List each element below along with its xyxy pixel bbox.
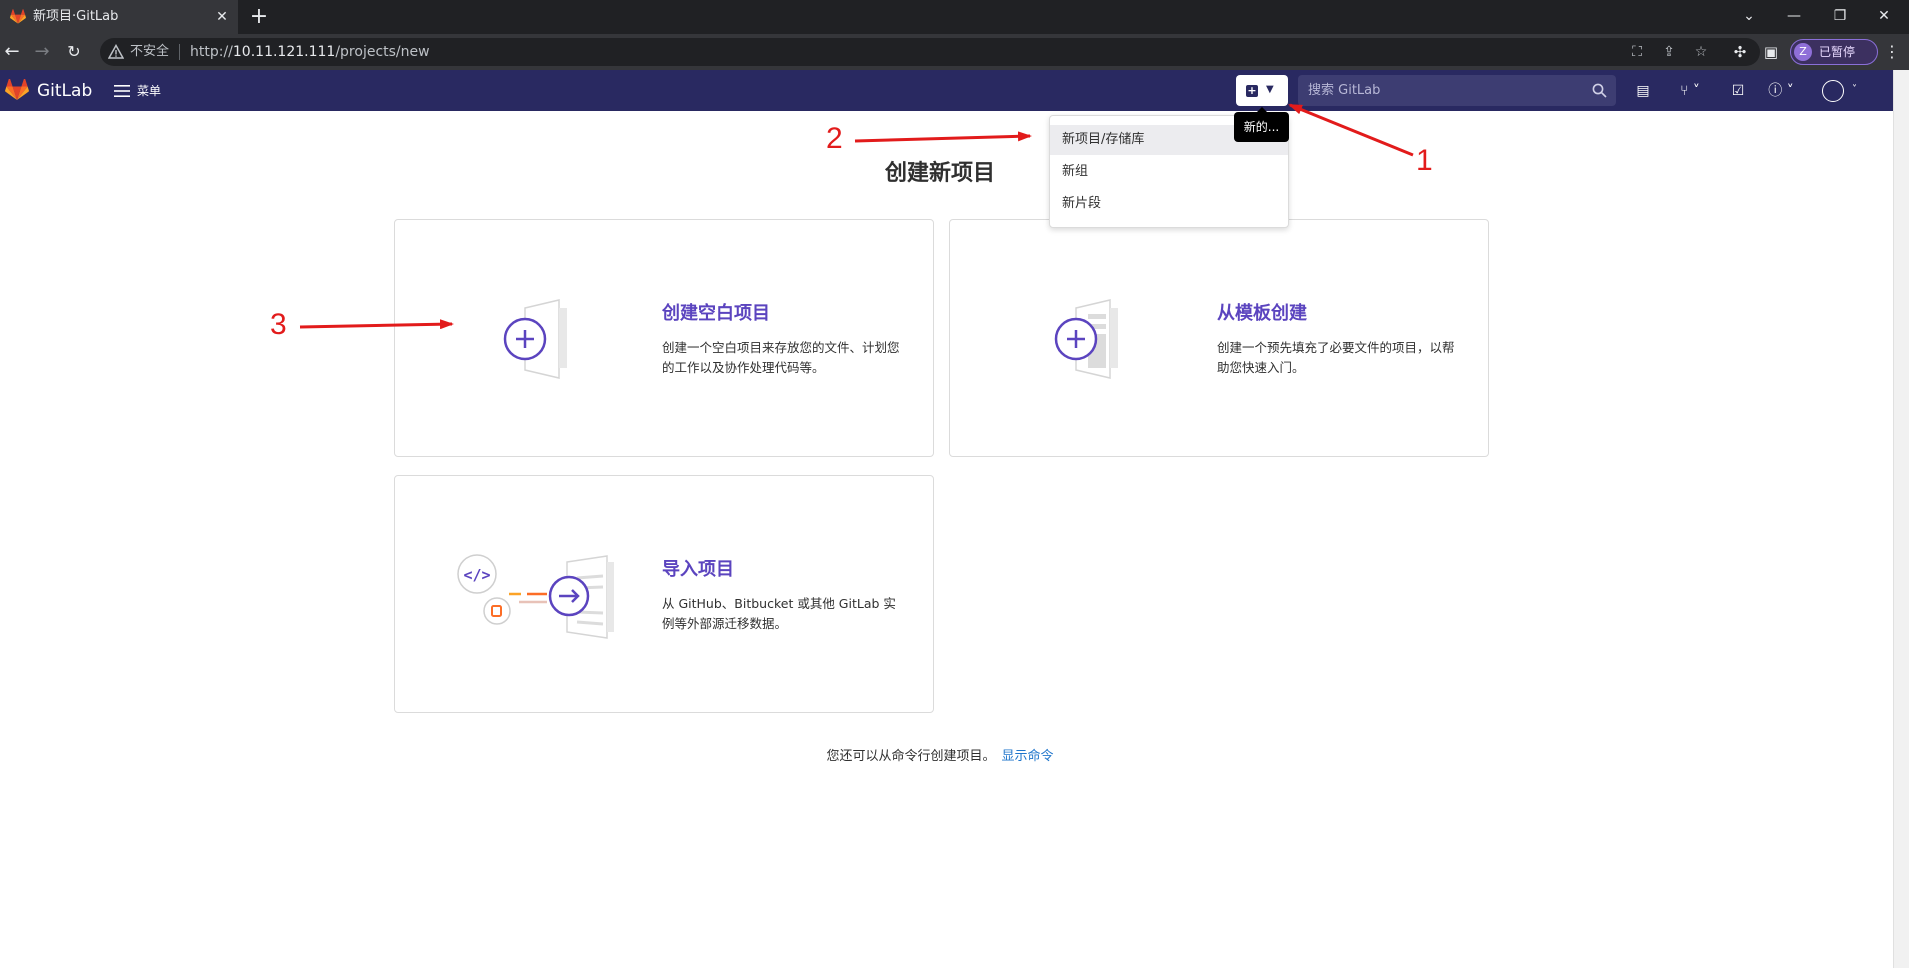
url-text[interactable]: http://10.11.121.111/projects/new bbox=[190, 43, 430, 61]
annotation-number-1: 1 bbox=[1416, 144, 1433, 177]
gitlab-brand[interactable]: GitLab bbox=[37, 80, 92, 102]
new-button-tooltip: 新的... bbox=[1234, 107, 1289, 142]
create-blank-project-card[interactable]: 创建空白项目 创建一个空白项目来存放您的文件、计划您的工作以及协作处理代码等。 bbox=[394, 219, 934, 457]
template-illustration-icon bbox=[1054, 299, 1118, 379]
address-bar[interactable]: 不安全 http://10.11.121.111/projects/new ⛶ … bbox=[100, 38, 1760, 66]
tab-close-icon[interactable]: ✕ bbox=[212, 7, 232, 27]
avatar-chevron-down-icon[interactable]: ˅ bbox=[1852, 83, 1857, 97]
extensions-puzzle-icon[interactable]: ✣ bbox=[1729, 41, 1751, 63]
bookmark-star-icon[interactable]: ☆ bbox=[1692, 43, 1710, 61]
card-title: 从模板创建 bbox=[1217, 303, 1307, 324]
cli-hint-text: 您还可以从命令行创建项目。 bbox=[826, 749, 996, 764]
blank-project-illustration-icon bbox=[503, 299, 567, 379]
tab-title: 新项目·GitLab bbox=[33, 9, 119, 24]
url-host: 10.11.121.111 bbox=[232, 44, 336, 60]
new-tab-icon[interactable]: + bbox=[247, 5, 271, 29]
browser-tab-bar: 新项目·GitLab ✕ + ⌄ — ❐ ✕ bbox=[0, 0, 1909, 34]
card-description: 创建一个空白项目来存放您的文件、计划您的工作以及协作处理代码等。 bbox=[662, 340, 900, 375]
cli-hint: 您还可以从命令行创建项目。 显示命令 bbox=[0, 747, 1880, 767]
search-icon bbox=[1592, 83, 1607, 98]
search-input[interactable]: 搜索 GitLab bbox=[1298, 75, 1616, 106]
browser-tab[interactable]: 新项目·GitLab ✕ bbox=[0, 0, 238, 34]
restore-icon[interactable]: ❐ bbox=[1826, 3, 1854, 29]
help-icon[interactable]: ⓘ ˅ bbox=[1762, 81, 1800, 101]
profile-status: 已暂停 bbox=[1819, 45, 1856, 59]
import-illustration-icon: </> bbox=[457, 554, 614, 639]
profile-button[interactable]: Z 已暂停 bbox=[1790, 39, 1878, 65]
gitlab-favicon-icon bbox=[10, 9, 26, 24]
todo-checkbox-icon[interactable]: ☑ bbox=[1727, 81, 1749, 101]
warning-icon bbox=[108, 44, 124, 59]
card-title: 导入项目 bbox=[662, 559, 734, 580]
new-dropdown-button[interactable]: + ▼ bbox=[1236, 75, 1288, 106]
profile-avatar: Z bbox=[1794, 43, 1812, 61]
forward-arrow-icon[interactable]: → bbox=[30, 40, 54, 64]
reload-icon[interactable]: ↻ bbox=[62, 40, 86, 64]
main-menu-label: 菜单 bbox=[137, 84, 162, 98]
annotation-arrow-2 bbox=[854, 131, 1032, 143]
translate-icon[interactable]: ⛶ bbox=[1628, 43, 1646, 61]
annotation-arrows bbox=[299, 103, 1414, 330]
menu-item-new-group[interactable]: 新组 bbox=[1050, 157, 1288, 187]
gitlab-logo-icon[interactable] bbox=[5, 79, 29, 101]
svg-text:</>: </> bbox=[463, 566, 490, 584]
side-panel-icon[interactable]: ▣ bbox=[1760, 41, 1782, 63]
share-icon[interactable]: ⇪ bbox=[1660, 43, 1678, 61]
plus-square-icon: + bbox=[1246, 84, 1258, 97]
minimize-icon[interactable]: — bbox=[1780, 3, 1808, 29]
annotation-arrow-1 bbox=[1288, 103, 1414, 157]
merge-requests-icon[interactable]: ⑂ ˅ bbox=[1672, 81, 1708, 101]
omnibox-separator bbox=[179, 44, 180, 60]
back-arrow-icon[interactable]: ← bbox=[0, 40, 24, 64]
menu-item-new-snippet[interactable]: 新片段 bbox=[1050, 189, 1288, 219]
url-path: /projects/new bbox=[335, 44, 430, 60]
annotation-number-3: 3 bbox=[270, 308, 287, 341]
security-label[interactable]: 不安全 bbox=[130, 44, 169, 60]
issues-icon[interactable]: ▤ bbox=[1632, 81, 1654, 101]
card-title: 创建空白项目 bbox=[662, 303, 770, 324]
create-from-template-card[interactable]: 从模板创建 创建一个预先填充了必要文件的项目，以帮助您快速入门。 bbox=[949, 219, 1489, 457]
show-command-link[interactable]: 显示命令 bbox=[1002, 749, 1054, 764]
gitlab-top-bar: GitLab 菜单 + ▼ 搜索 GitLab ▤ ⑂ ˅ ☑ ⓘ ˅ ˅ bbox=[0, 70, 1893, 111]
search-placeholder: 搜索 GitLab bbox=[1308, 83, 1381, 98]
chevron-down-icon: ▼ bbox=[1266, 84, 1274, 95]
hamburger-menu-icon bbox=[114, 85, 130, 97]
card-description: 创建一个预先填充了必要文件的项目，以帮助您快速入门。 bbox=[1217, 340, 1455, 375]
page-scrollbar[interactable] bbox=[1893, 70, 1909, 968]
tab-search-chevron-icon[interactable]: ⌄ bbox=[1735, 3, 1763, 29]
window-close-icon[interactable]: ✕ bbox=[1870, 3, 1898, 29]
card-description: 从 GitHub、Bitbucket 或其他 GitLab 实例等外部源迁移数据… bbox=[662, 596, 896, 631]
import-project-card[interactable]: </> 导入项目 从 GitHub、Bitbucket 或其他 GitLab 实… bbox=[394, 475, 934, 713]
user-avatar[interactable] bbox=[1822, 80, 1844, 102]
browser-toolbar: ← → ↻ 不安全 http://10.11.121.111/projects/… bbox=[0, 34, 1909, 70]
annotation-number-2: 2 bbox=[826, 122, 843, 155]
url-prefix: http:// bbox=[190, 44, 233, 60]
browser-menu-icon[interactable]: ⋮ bbox=[1882, 41, 1902, 63]
page-title: 创建新项目 bbox=[884, 161, 995, 186]
